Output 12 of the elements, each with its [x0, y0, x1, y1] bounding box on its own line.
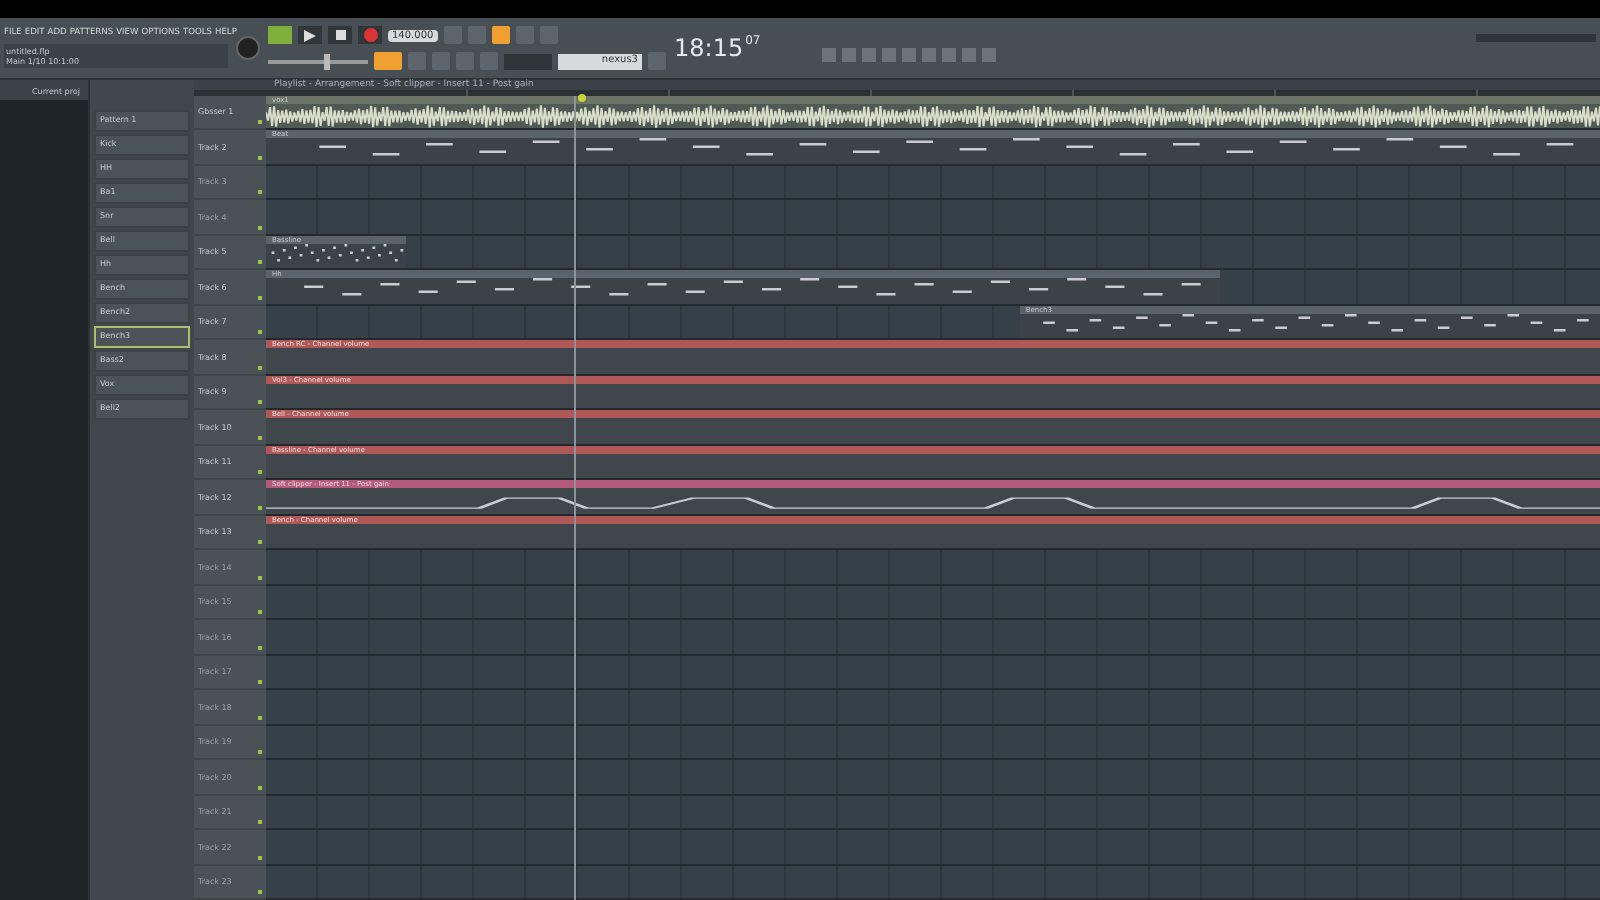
- play-button[interactable]: [298, 26, 322, 44]
- stop-button[interactable]: [328, 26, 352, 44]
- record-icon: [363, 28, 377, 42]
- notes-drawing: [266, 243, 407, 268]
- volume-knob[interactable]: [236, 36, 260, 60]
- playhead-marker[interactable]: [578, 93, 586, 101]
- snap-field[interactable]: [504, 53, 552, 69]
- master-slider-thumb[interactable]: [323, 53, 329, 69]
- pattern-song-toggle[interactable]: [268, 26, 292, 44]
- stop-icon: [335, 30, 345, 40]
- time-text: 18:15: [674, 34, 744, 62]
- play-icon: [304, 29, 316, 41]
